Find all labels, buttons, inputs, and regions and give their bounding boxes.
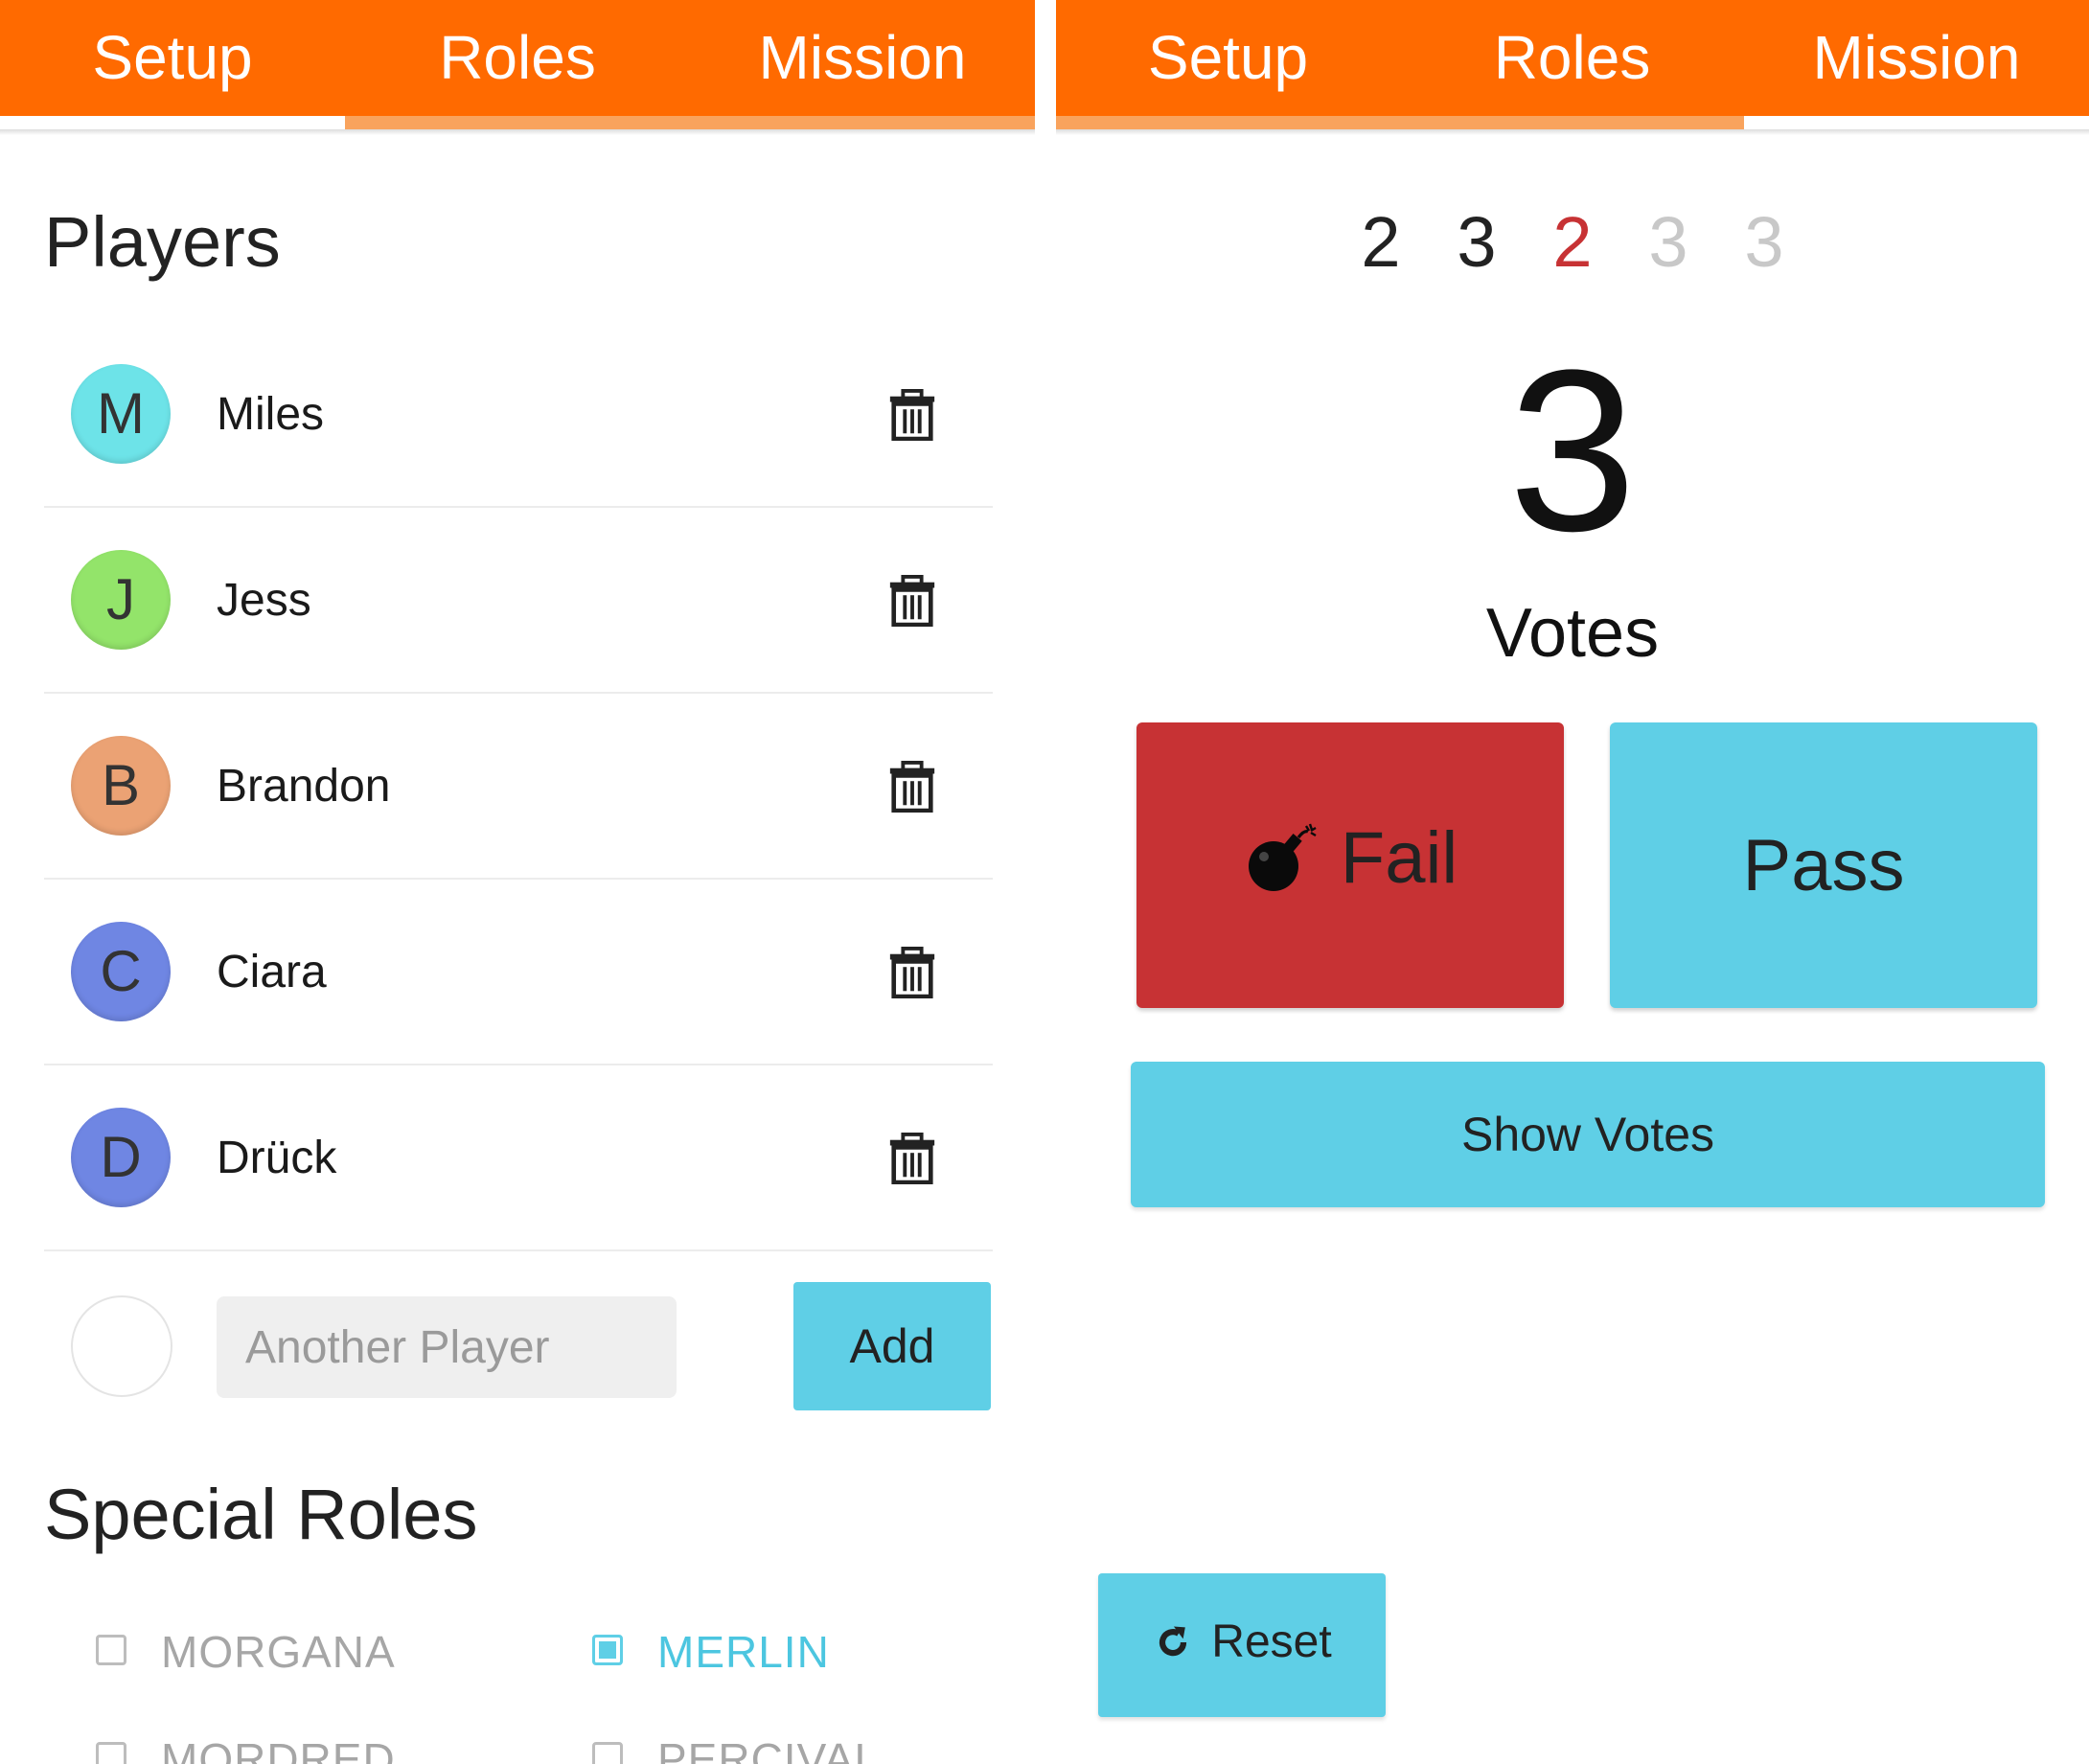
tab-setup[interactable]: Setup [0, 0, 345, 116]
player-row: D Drück [44, 1065, 993, 1251]
setup-panel: Setup Roles Mission Players M Miles J Je… [0, 0, 1035, 1764]
mission-panel: Setup Roles Mission 23233 3 Votes Fail P… [1056, 0, 2089, 1764]
role-option-percival[interactable]: PERCIVAL [592, 1730, 995, 1764]
player-name: Ciara [217, 947, 327, 997]
player-name: Brandon [217, 761, 391, 812]
tab-bar-shadow [0, 129, 1035, 135]
mission-number[interactable]: 3 [1620, 201, 1716, 283]
tab-bar-shadow [1056, 129, 2089, 135]
avatar: B [71, 736, 171, 836]
show-votes-button[interactable]: Show Votes [1131, 1062, 2045, 1207]
role-label: MORDRED [161, 1734, 396, 1764]
add-player-row: Add [44, 1265, 993, 1410]
role-option-morgana[interactable]: MORGANA [96, 1623, 498, 1681]
role-label: MORGANA [161, 1627, 396, 1677]
avatar: J [71, 550, 171, 650]
reset-label: Reset [1211, 1616, 1332, 1668]
avatar: M [71, 364, 171, 464]
tab-indicator-active [0, 116, 345, 129]
reset-icon [1159, 1626, 1187, 1656]
special-roles-title: Special Roles [44, 1475, 478, 1554]
tab-bar: Setup Roles Mission [1056, 0, 2089, 116]
player-name: Miles [217, 389, 325, 440]
player-row: M Miles [44, 322, 993, 508]
player-row: J Jess [44, 508, 993, 694]
mission-number[interactable]: 2 [1333, 201, 1429, 283]
player-row: C Ciara [44, 880, 993, 1065]
trash-icon[interactable] [887, 947, 937, 998]
tab-mission[interactable]: Mission [690, 0, 1035, 116]
pass-button[interactable]: Pass [1610, 722, 2037, 1008]
reset-button[interactable]: Reset [1098, 1573, 1386, 1717]
add-player-button[interactable]: Add [793, 1282, 991, 1410]
role-label: MERLIN [657, 1627, 830, 1677]
fail-label: Fail [1340, 817, 1458, 900]
fail-button[interactable]: Fail [1136, 722, 1564, 1008]
tab-roles[interactable]: Roles [1400, 0, 1744, 116]
tab-bar: Setup Roles Mission [0, 0, 1035, 116]
role-option-merlin[interactable]: MERLIN [592, 1623, 995, 1681]
role-checkbox[interactable] [592, 1742, 623, 1764]
role-label: PERCIVAL [657, 1734, 881, 1764]
avatar: D [71, 1108, 171, 1207]
avatar: C [71, 922, 171, 1021]
tab-indicator-inactive [345, 116, 1035, 129]
mission-tracker: 23233 [1056, 201, 2089, 283]
bomb-icon [1248, 823, 1317, 891]
mission-number[interactable]: 3 [1716, 201, 1812, 283]
vote-count: 3 [1508, 322, 1637, 579]
player-row: B Brandon [44, 694, 993, 880]
role-checkbox[interactable] [592, 1635, 623, 1665]
trash-icon[interactable] [887, 761, 937, 813]
trash-icon[interactable] [887, 389, 937, 441]
tab-roles[interactable]: Roles [345, 0, 690, 116]
players-title: Players [44, 202, 281, 282]
mission-number[interactable]: 3 [1429, 201, 1525, 283]
player-name: Jess [217, 575, 311, 626]
player-name: Drück [217, 1133, 337, 1183]
tab-setup[interactable]: Setup [1056, 0, 1400, 116]
new-player-input[interactable] [217, 1296, 677, 1398]
role-checkbox[interactable] [96, 1742, 126, 1764]
trash-icon[interactable] [887, 575, 937, 627]
mission-number[interactable]: 2 [1525, 201, 1620, 283]
tab-indicator-inactive [1056, 116, 1744, 129]
role-option-mordred[interactable]: MORDRED [96, 1730, 498, 1764]
tab-mission[interactable]: Mission [1744, 0, 2089, 116]
new-player-avatar [71, 1295, 172, 1397]
screen-divider [1035, 0, 1056, 1764]
tab-indicator-active [1744, 116, 2089, 129]
votes-label: Votes [1485, 595, 1660, 672]
divider [44, 1249, 993, 1251]
trash-icon[interactable] [887, 1133, 937, 1184]
role-checkbox[interactable] [96, 1635, 126, 1665]
